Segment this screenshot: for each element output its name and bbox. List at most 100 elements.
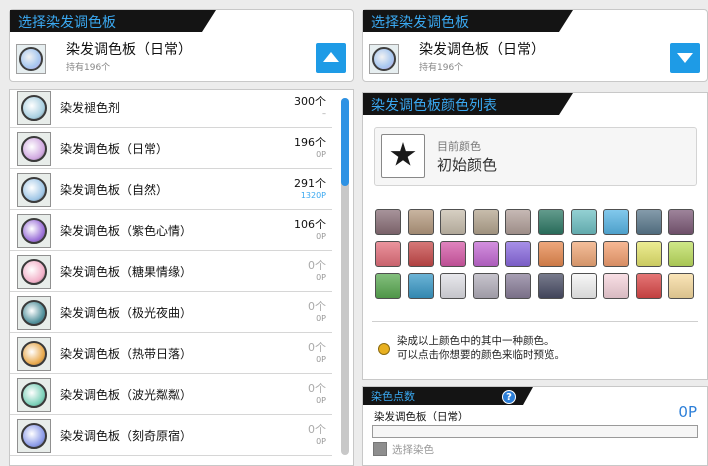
- color-swatch[interactable]: [505, 273, 532, 299]
- color-swatch[interactable]: [603, 209, 630, 235]
- list-item[interactable]: 染发调色板（刻奇原宿） 0个 0P: [10, 415, 332, 456]
- color-list-title: 染发调色板颜色列表: [371, 98, 497, 114]
- item-count: 0个: [308, 259, 326, 272]
- item-count: 300个: [294, 95, 326, 108]
- item-count: 106个: [294, 218, 326, 231]
- dye-points-panel: 染色点数 ? 染发调色板（日常） 0P 选择染色: [362, 386, 708, 466]
- item-count: 0个: [308, 423, 326, 436]
- color-swatch[interactable]: [668, 273, 695, 299]
- color-swatch[interactable]: [538, 209, 564, 235]
- chevron-down-icon: [677, 53, 693, 63]
- color-swatch[interactable]: [570, 241, 597, 267]
- color-swatch[interactable]: [570, 273, 597, 299]
- color-swatch[interactable]: [472, 241, 499, 267]
- color-list-panel: 染发调色板颜色列表 目前颜色 初始颜色 染成以上颜色中的其中一种颜色。 可以点击…: [362, 92, 708, 380]
- list-scrollbar[interactable]: [341, 98, 349, 455]
- color-swatch[interactable]: [375, 241, 401, 267]
- item-points: 0P: [316, 150, 326, 159]
- list-item[interactable]: 染发调色板（糖果情缘） 0个 0P: [10, 251, 332, 292]
- item-name: 染发调色板（紫色心情）: [60, 224, 193, 238]
- item-points: 0P: [316, 355, 326, 364]
- item-name: 染发调色板（自然）: [60, 183, 169, 197]
- item-name: 染发调色板（热带日落）: [60, 347, 193, 361]
- palette-item-icon: [17, 173, 51, 207]
- item-points: 0P: [316, 273, 326, 282]
- right-header-title: 选择染发调色板: [371, 15, 469, 31]
- right-header-tab: 选择染发调色板: [363, 10, 573, 32]
- color-swatch[interactable]: [472, 273, 499, 299]
- expand-list-button[interactable]: [670, 43, 700, 73]
- color-swatch[interactable]: [635, 273, 662, 299]
- help-button[interactable]: ?: [502, 390, 516, 404]
- palette-item-icon: [17, 296, 51, 330]
- color-swatch[interactable]: [505, 209, 532, 235]
- star-icon: [390, 142, 416, 166]
- left-header-title: 选择染发调色板: [18, 15, 116, 31]
- item-points: 0P: [316, 396, 326, 405]
- select-dye-checkbox[interactable]: [373, 442, 387, 456]
- item-points: 0P: [316, 314, 326, 323]
- collapse-list-button[interactable]: [316, 43, 346, 73]
- right-selected-title: 染发调色板（日常）: [419, 42, 545, 58]
- palette-item-icon: [17, 91, 51, 125]
- color-swatch[interactable]: [375, 209, 401, 235]
- color-swatch[interactable]: [407, 273, 434, 299]
- left-selected-palette-icon: [16, 44, 46, 74]
- color-swatch[interactable]: [668, 209, 695, 235]
- item-name: 染发调色板（波光粼粼）: [60, 388, 193, 402]
- color-swatch[interactable]: [505, 241, 532, 267]
- list-item[interactable]: 染发褪色剂 300个 –: [10, 90, 332, 128]
- list-item[interactable]: 染发调色板（紫色心情） 106个 0P: [10, 210, 332, 251]
- color-list-header-tab: 染发调色板颜色列表: [363, 93, 573, 115]
- color-swatch[interactable]: [440, 209, 467, 235]
- item-name: 染发调色板（刻奇原宿）: [60, 429, 193, 443]
- item-points: –: [322, 109, 326, 118]
- palette-item-list[interactable]: 染发褪色剂 300个 – 染发调色板（日常） 196个 0P 染发调色板（自然） 291个 13…: [9, 89, 354, 466]
- list-item[interactable]: 染发调色板（热带日落） 0个 0P: [10, 333, 332, 374]
- info-icon: [378, 343, 390, 355]
- color-swatch[interactable]: [375, 273, 401, 299]
- color-swatch[interactable]: [668, 241, 695, 267]
- color-swatch[interactable]: [635, 241, 662, 267]
- palette-item-icon: [17, 378, 51, 412]
- item-points: 1320P: [300, 191, 326, 200]
- palette-item-icon: [17, 337, 51, 371]
- item-count: 0个: [308, 382, 326, 395]
- dye-points-progress-bar: [372, 425, 698, 438]
- right-selected-palette-icon: [369, 44, 399, 74]
- current-color-icon: [381, 134, 425, 178]
- color-swatch[interactable]: [538, 273, 564, 299]
- color-swatch[interactable]: [440, 273, 467, 299]
- current-color-label: 目前颜色: [437, 140, 481, 153]
- color-swatch[interactable]: [635, 209, 662, 235]
- item-count: 0个: [308, 300, 326, 313]
- current-color-box: 目前颜色 初始颜色: [374, 127, 697, 186]
- item-count: 196个: [294, 136, 326, 149]
- right-selector-card: 选择染发调色板 染发调色板（日常） 持有196个: [362, 9, 708, 82]
- item-count: 291个: [294, 177, 326, 190]
- item-points: 0P: [316, 232, 326, 241]
- list-item[interactable]: 染发调色板（自然） 291个 1320P: [10, 169, 332, 210]
- color-swatch[interactable]: [570, 209, 597, 235]
- palette-item-icon: [17, 132, 51, 166]
- dye-points-title: 染色点数: [371, 390, 415, 403]
- color-swatch[interactable]: [407, 209, 434, 235]
- note-line-1: 染成以上颜色中的其中一种颜色。: [397, 335, 555, 347]
- color-swatch[interactable]: [603, 273, 630, 299]
- item-name: 染发调色板（日常）: [60, 142, 169, 156]
- right-selected-count: 持有196个: [419, 63, 464, 73]
- list-item[interactable]: 染发调色板（波光粼粼） 0个 0P: [10, 374, 332, 415]
- item-name: 染发褪色剂: [60, 101, 121, 115]
- color-swatch[interactable]: [472, 209, 499, 235]
- list-item[interactable]: 染发调色板（日常） 196个 0P: [10, 128, 332, 169]
- color-swatch[interactable]: [603, 241, 630, 267]
- item-name: 染发调色板（极光夜曲）: [60, 306, 193, 320]
- left-selected-title: 染发调色板（日常）: [66, 42, 192, 58]
- dye-points-item: 染发调色板（日常）: [374, 411, 469, 423]
- list-item[interactable]: 染发调色板（极光夜曲） 0个 0P: [10, 292, 332, 333]
- color-swatch[interactable]: [538, 241, 564, 267]
- item-points: 0P: [316, 437, 326, 446]
- color-swatch[interactable]: [440, 241, 467, 267]
- scrollbar-thumb[interactable]: [341, 98, 349, 186]
- color-swatch[interactable]: [407, 241, 434, 267]
